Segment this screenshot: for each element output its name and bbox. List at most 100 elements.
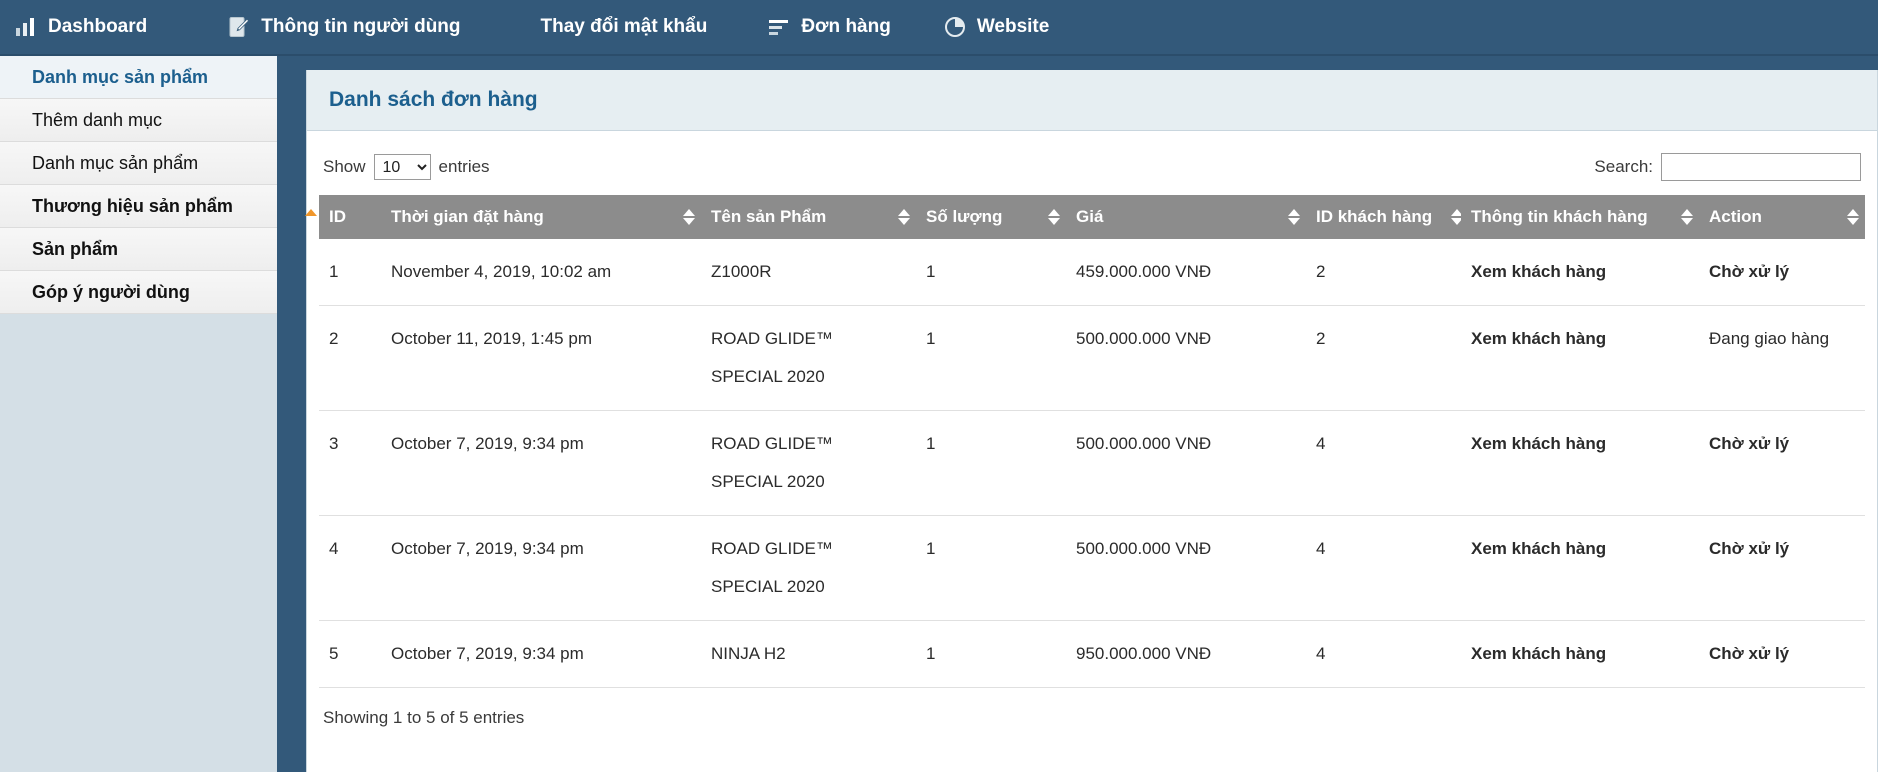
pie-chart-icon xyxy=(943,15,967,39)
top-navbar: Dashboard Thông tin người dùng Thay đổi … xyxy=(0,0,1878,56)
sort-both-icon xyxy=(898,208,910,226)
column-header-customer-id[interactable]: ID khách hàng xyxy=(1306,195,1463,239)
cell-quantity: 1 xyxy=(916,410,1066,516)
sidebar-item-gop-y-nguoi-dung[interactable]: Góp ý người dùng xyxy=(0,271,277,314)
orders-table-body: 1 November 4, 2019, 10:02 am Z1000R 1 45… xyxy=(319,239,1865,688)
view-customer-link[interactable]: Xem khách hàng xyxy=(1461,410,1699,516)
nav-user-info-label: Thông tin người dùng xyxy=(261,16,461,37)
sidebar-item-label: Góp ý người dùng xyxy=(32,281,190,302)
table-row: 5 October 7, 2019, 9:34 pm NINJA H2 1 95… xyxy=(319,620,1865,688)
table-row: 3 October 7, 2019, 9:34 pm ROAD GLIDE™ S… xyxy=(319,410,1865,516)
sort-both-icon xyxy=(683,208,695,226)
cell-customer-id: 4 xyxy=(1306,620,1461,688)
nav-dashboard[interactable]: Dashboard xyxy=(0,0,163,55)
nav-orders[interactable]: Đơn hàng xyxy=(751,0,907,55)
cell-id: 4 xyxy=(319,515,381,621)
cell-product-name: ROAD GLIDE™ SPECIAL 2020 xyxy=(701,305,916,411)
sort-both-icon xyxy=(1288,208,1300,226)
main-content: Danh sách đơn hàng Show 10 25 50 100 ent… xyxy=(277,56,1878,772)
cell-action-status[interactable]: Đang giao hàng xyxy=(1699,305,1865,411)
column-header-product-name[interactable]: Tên sản Phẩm xyxy=(701,195,916,239)
cell-product-name: ROAD GLIDE™ SPECIAL 2020 xyxy=(701,515,916,621)
cell-price: 459.000.000 VNĐ xyxy=(1066,239,1306,306)
column-label: ID xyxy=(329,207,346,226)
cell-customer-id: 2 xyxy=(1306,305,1461,411)
cell-action-status[interactable]: Chờ xử lý xyxy=(1699,515,1865,621)
page-title: Danh sách đơn hàng xyxy=(329,88,538,111)
sidebar-item-thuong-hieu-san-pham[interactable]: Thương hiệu sản phẩm xyxy=(0,185,277,228)
nav-website[interactable]: Website xyxy=(927,0,1066,55)
column-header-id[interactable]: ID xyxy=(305,195,381,239)
datatable-search-control: Search: xyxy=(1594,153,1861,181)
column-header-customer-info[interactable]: Thông tin khách hàng xyxy=(1461,195,1699,239)
column-header-order-time[interactable]: Thời gian đặt hàng xyxy=(381,195,701,239)
cell-id: 3 xyxy=(319,410,381,516)
table-row: 1 November 4, 2019, 10:02 am Z1000R 1 45… xyxy=(319,239,1865,306)
cell-order-time: October 7, 2019, 9:34 pm xyxy=(381,515,701,621)
column-header-action[interactable]: Action xyxy=(1699,195,1865,239)
nav-user-info[interactable]: Thông tin người dùng xyxy=(211,0,476,55)
sidebar-item-label: Danh mục sản phẩm xyxy=(32,66,209,87)
cell-action-status[interactable]: Chờ xử lý xyxy=(1699,410,1865,516)
column-label: Tên sản Phẩm xyxy=(711,207,827,226)
list-align-left-icon xyxy=(767,15,791,39)
sidebar-item-label: Thêm danh mục xyxy=(32,109,163,130)
cell-action-status[interactable]: Chờ xử lý xyxy=(1699,239,1865,306)
cell-customer-id: 2 xyxy=(1306,239,1461,306)
column-label: Số lượng xyxy=(926,207,1003,226)
sidebar: Danh mục sản phẩm Thêm danh mục Danh mục… xyxy=(0,56,277,772)
edit-document-icon xyxy=(227,15,251,39)
column-label: Action xyxy=(1709,207,1762,226)
column-header-quantity[interactable]: Số lượng xyxy=(916,195,1066,239)
datatable-info: Showing 1 to 5 of 5 entries xyxy=(323,708,525,727)
length-suffix-label: entries xyxy=(438,157,490,176)
column-label: Giá xyxy=(1076,207,1104,226)
orders-table-head: ID Thời gian đặt hàng Tên sản Phẩm Số lư… xyxy=(305,195,1865,239)
cell-quantity: 1 xyxy=(916,620,1066,688)
sort-both-icon xyxy=(1681,208,1693,226)
sort-ascending-icon xyxy=(305,208,317,226)
cell-quantity: 1 xyxy=(916,239,1066,306)
sidebar-item-label: Sản phẩm xyxy=(32,238,119,259)
cell-product-name: ROAD GLIDE™ SPECIAL 2020 xyxy=(701,410,916,516)
cell-customer-id: 4 xyxy=(1306,515,1461,621)
search-input[interactable] xyxy=(1661,153,1861,181)
length-prefix-label: Show xyxy=(323,157,366,176)
sidebar-item-label: Danh mục sản phẩm xyxy=(32,152,199,173)
sidebar-item-danh-muc-san-pham-2[interactable]: Danh mục sản phẩm xyxy=(0,142,277,185)
cell-price: 500.000.000 VNĐ xyxy=(1066,515,1306,621)
cell-quantity: 1 xyxy=(916,305,1066,411)
column-label: Thông tin khách hàng xyxy=(1471,207,1648,226)
cell-order-time: November 4, 2019, 10:02 am xyxy=(381,239,701,306)
sidebar-item-label: Thương hiệu sản phẩm xyxy=(32,195,233,216)
nav-website-label: Website xyxy=(976,16,1050,37)
sidebar-item-san-pham[interactable]: Sản phẩm xyxy=(0,228,277,271)
cell-price: 500.000.000 VNĐ xyxy=(1066,305,1306,411)
search-label: Search: xyxy=(1594,157,1653,176)
cell-action-status[interactable]: Chờ xử lý xyxy=(1699,620,1865,688)
nav-change-password[interactable]: Thay đổi mật khẩu xyxy=(525,0,724,55)
sidebar-item-danh-muc-san-pham[interactable]: Danh mục sản phẩm xyxy=(0,56,277,99)
admin-page: Dashboard Thông tin người dùng Thay đổi … xyxy=(0,0,1878,772)
view-customer-link[interactable]: Xem khách hàng xyxy=(1461,239,1699,306)
sort-both-icon xyxy=(1048,208,1060,226)
entries-per-page-select[interactable]: 10 25 50 100 xyxy=(373,154,431,180)
sidebar-item-them-danh-muc[interactable]: Thêm danh mục xyxy=(0,99,277,142)
cell-order-time: October 7, 2019, 9:34 pm xyxy=(381,410,701,516)
table-row: 2 October 11, 2019, 1:45 pm ROAD GLIDE™ … xyxy=(319,305,1865,411)
cell-customer-id: 4 xyxy=(1306,410,1461,516)
cell-product-name: NINJA H2 xyxy=(701,620,916,688)
cell-price: 950.000.000 VNĐ xyxy=(1066,620,1306,688)
view-customer-link[interactable]: Xem khách hàng xyxy=(1461,620,1699,688)
cell-quantity: 1 xyxy=(916,515,1066,621)
datatable-length-control: Show 10 25 50 100 entries xyxy=(323,154,490,180)
column-header-price[interactable]: Giá xyxy=(1066,195,1306,239)
panel-body: Show 10 25 50 100 entries Search: xyxy=(305,131,1877,772)
panel-heading: Danh sách đơn hàng xyxy=(307,70,1877,131)
table-header-row: ID Thời gian đặt hàng Tên sản Phẩm Số lư… xyxy=(305,195,1865,239)
view-customer-link[interactable]: Xem khách hàng xyxy=(1461,515,1699,621)
view-customer-link[interactable]: Xem khách hàng xyxy=(1461,305,1699,411)
datatable-controls: Show 10 25 50 100 entries Search: xyxy=(319,147,1865,195)
column-label: Thời gian đặt hàng xyxy=(391,207,544,226)
sort-both-icon xyxy=(1847,208,1859,226)
